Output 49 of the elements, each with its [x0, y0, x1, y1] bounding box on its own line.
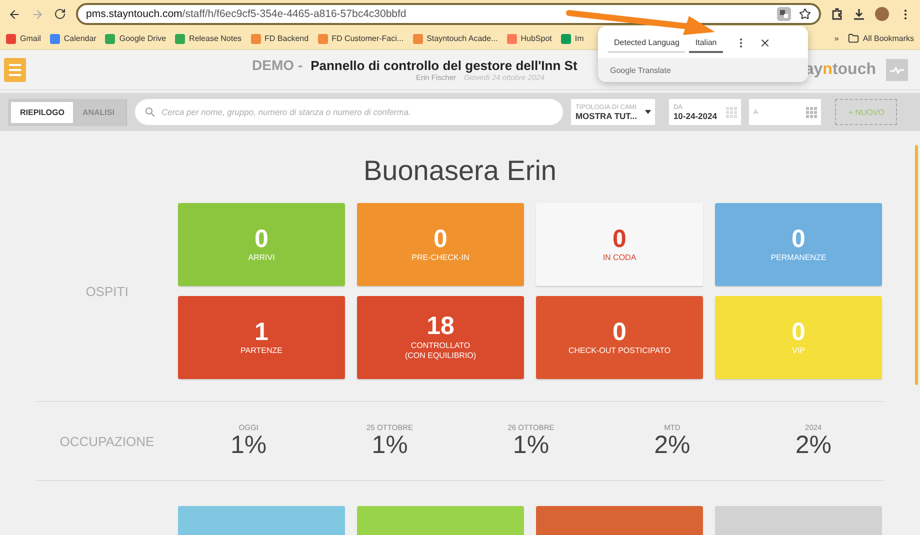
download-icon[interactable] [853, 8, 865, 20]
page-title: Pannello di controllo del gestore dell'Inn St [310, 58, 578, 73]
bookmark[interactable]: Calendar [50, 34, 96, 44]
stat-tile[interactable] [178, 506, 345, 535]
calendar-icon [806, 106, 818, 118]
scrollbar[interactable] [915, 145, 918, 385]
view-tab[interactable]: RIEPILOGO [11, 102, 74, 122]
guest-tile[interactable]: 0 IN CODA [536, 203, 703, 286]
extensions-icon[interactable] [831, 8, 843, 20]
translate-brand: Google Translate [610, 66, 671, 74]
bookmark[interactable]: Stayntouch Acade... [412, 34, 498, 44]
address-bar[interactable]: pms.stayntouch.com/staff/h/f6ec9cf5-354e-4465-a816-57bc4c30bbfd [76, 3, 821, 25]
section-label: OSPITI [84, 284, 130, 298]
stat-tile[interactable] [715, 506, 882, 535]
section-label: OCCUPAZIONE [58, 434, 156, 448]
guest-tile[interactable]: 1 PARTENZE [178, 296, 345, 379]
translate-icon[interactable] [777, 7, 791, 21]
bookmark[interactable]: Im [560, 34, 584, 44]
back-icon[interactable] [8, 8, 21, 20]
greeting: Buonasera Erin [362, 155, 558, 187]
occupancy-value: 2% [795, 432, 832, 460]
bookmark[interactable]: FD Backend [250, 34, 309, 44]
guest-tile[interactable]: 18 CONTROLLATO (CON EQUILIBRIO) [357, 296, 524, 379]
bookmark[interactable]: FD Customer-Faci... [318, 34, 404, 44]
close-icon[interactable] [758, 37, 771, 49]
calendar-icon [726, 106, 738, 118]
all-bookmarks-folder[interactable]: All Bookmarks [848, 33, 914, 44]
occupancy-value: 1% [512, 432, 550, 460]
bookmark[interactable]: Release Notes [175, 34, 242, 44]
bookmark[interactable]: Google Drive [105, 34, 166, 44]
stat-tile[interactable] [357, 506, 524, 535]
occupancy-value: 2% [654, 432, 690, 460]
star-icon[interactable] [799, 8, 811, 20]
language-tab[interactable]: Detected Languag [608, 34, 686, 52]
demo-label: DEMO - [252, 57, 303, 73]
more-bookmarks-button[interactable]: » [834, 34, 839, 43]
search-icon [145, 107, 156, 117]
occupancy-value: 1% [372, 432, 408, 460]
search-field[interactable]: Cerca per nome, gruppo, numero di stanza o numero di conferma. [135, 99, 564, 125]
stat-tile[interactable] [536, 506, 703, 535]
reload-icon[interactable] [54, 8, 66, 20]
bookmark[interactable]: Gmail [6, 34, 41, 44]
pulse-icon [890, 66, 904, 74]
caret-icon [645, 110, 652, 114]
bookmark[interactable]: HubSpot [506, 34, 552, 44]
folder-icon [848, 33, 859, 44]
guest-tile[interactable]: 0 CHECK-OUT POSTICIPATO [536, 296, 703, 379]
avatar-icon[interactable] [875, 7, 889, 21]
occupancy-value: 1% [230, 432, 267, 460]
